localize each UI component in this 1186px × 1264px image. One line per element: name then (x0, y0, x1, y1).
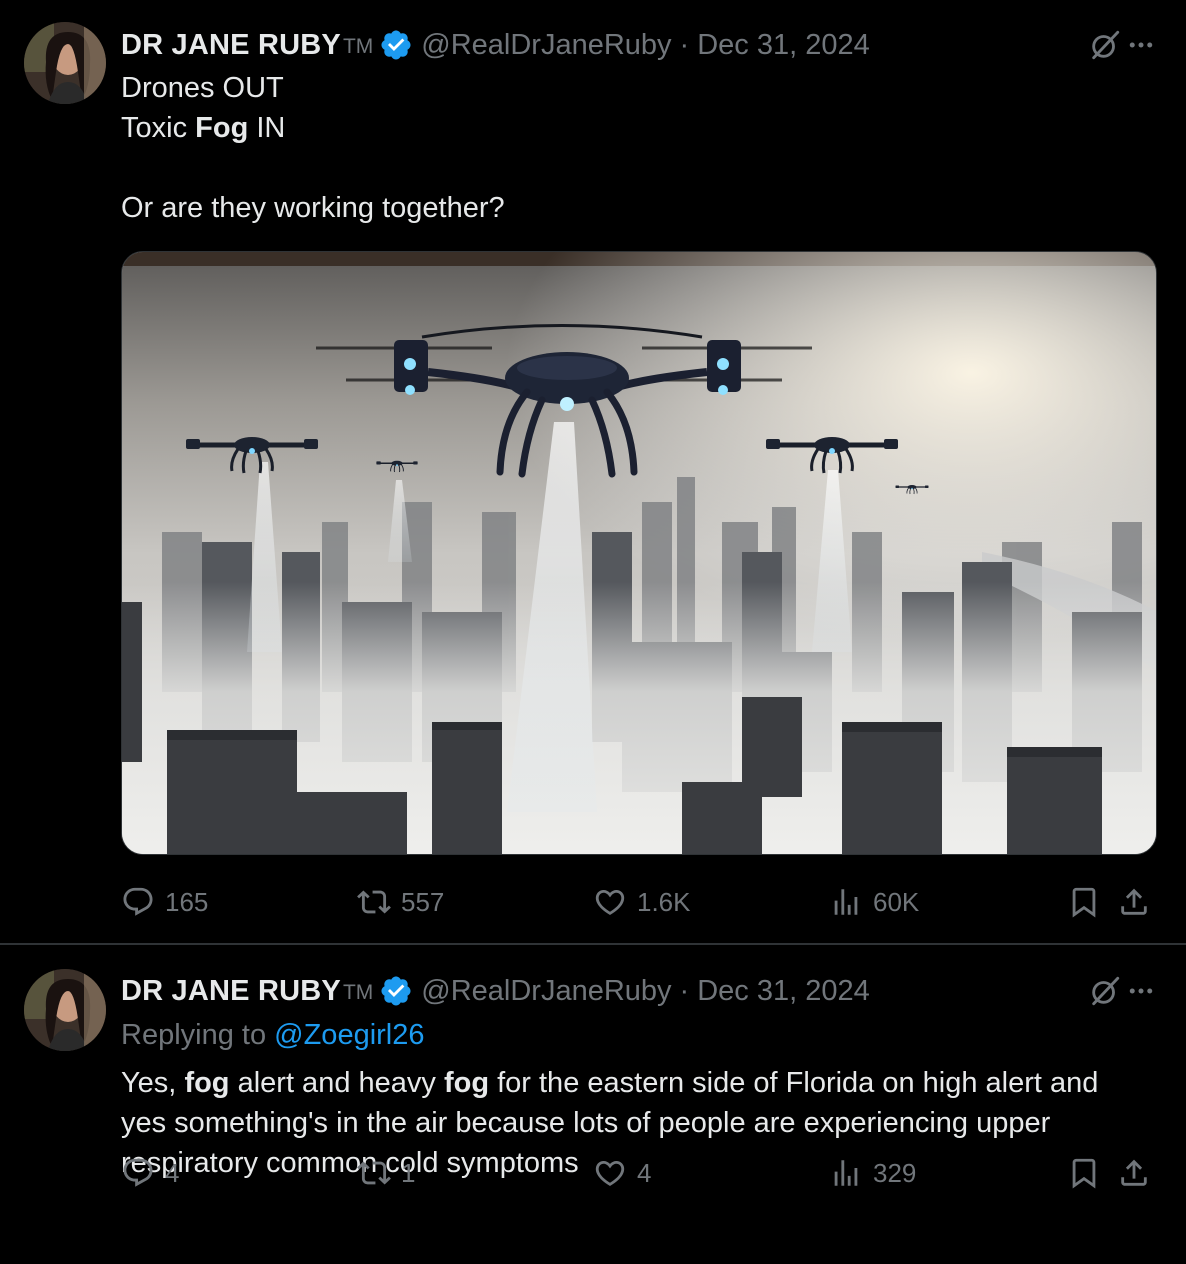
author-name[interactable]: DR JANE RUBY (121, 975, 341, 1008)
more-icon[interactable] (1126, 30, 1156, 60)
author-avatar[interactable] (24, 22, 106, 104)
views-button[interactable]: 60K (829, 882, 919, 922)
author-name[interactable]: DR JANE RUBY (121, 29, 341, 62)
avatar-image (24, 22, 106, 104)
tweet-header: DR JANE RUBY TM @RealDrJaneRuby · Dec 31… (121, 971, 870, 1011)
drones-over-foggy-city-image (122, 252, 1156, 854)
retweet-button[interactable]: 557 (357, 882, 444, 922)
tweet-text-line: Or are they working together? (121, 192, 505, 224)
tweet-date[interactable]: Dec 31, 2024 (697, 975, 870, 1008)
like-count: 1.6K (637, 886, 691, 917)
views-count: 329 (873, 1157, 917, 1188)
author-handle[interactable]: @RealDrJaneRuby (421, 29, 671, 62)
tweet-text-line: Drones OUT (121, 72, 284, 104)
tweet[interactable]: DR JANE RUBY TM @RealDrJaneRuby · Dec 31… (0, 945, 1186, 1264)
reply-icon (121, 885, 155, 919)
more-icon[interactable] (1126, 976, 1156, 1006)
tweet-menu (1088, 25, 1156, 65)
tweet-date[interactable]: Dec 31, 2024 (697, 29, 870, 62)
like-count: 4 (637, 1157, 652, 1188)
bookmark-icon (1067, 885, 1101, 919)
tweet-actions: 165 557 1.6K 60K (121, 882, 1157, 922)
tweet-text-segment: Yes, (121, 1067, 185, 1099)
bookmark-button[interactable] (1067, 882, 1101, 922)
author-name-tm: TM (342, 35, 374, 58)
retweet-icon (357, 885, 391, 919)
reply-count: 4 (165, 1157, 180, 1188)
reply-icon (121, 1156, 155, 1190)
tweet-header: DR JANE RUBY TM @RealDrJaneRuby · Dec 31… (121, 25, 870, 65)
views-icon (829, 1156, 863, 1190)
retweet-count: 1 (401, 1157, 416, 1188)
grok-icon[interactable] (1088, 974, 1122, 1008)
tweet-text-highlight: fog (443, 1067, 490, 1099)
tweet[interactable]: DR JANE RUBY TM @RealDrJaneRuby · Dec 31… (0, 0, 1186, 944)
tweet-text-segment: IN (248, 112, 286, 144)
tweet-menu (1088, 971, 1156, 1011)
share-icon (1117, 1156, 1151, 1190)
reply-button[interactable]: 4 (121, 1153, 179, 1193)
retweet-button[interactable]: 1 (357, 1153, 415, 1193)
tweet-text-line: Toxic Fog IN (121, 108, 285, 148)
share-icon (1117, 885, 1151, 919)
share-button[interactable] (1117, 1153, 1151, 1193)
separator: · (679, 974, 690, 1007)
retweet-icon (357, 1156, 391, 1190)
replying-to: Replying to @Zoegirl26 (121, 1015, 425, 1055)
like-icon (593, 1156, 627, 1190)
tweet-text-segment: Toxic (121, 112, 196, 144)
like-icon (593, 885, 627, 919)
separator: · (679, 28, 690, 61)
replying-to-label: Replying to (121, 1019, 275, 1051)
like-button[interactable]: 4 (593, 1153, 651, 1193)
retweet-count: 557 (401, 886, 445, 917)
author-avatar[interactable] (24, 969, 106, 1051)
verified-badge-icon (379, 974, 413, 1008)
bookmark-button[interactable] (1067, 1153, 1101, 1193)
author-name-tm: TM (342, 981, 374, 1004)
share-button[interactable] (1117, 882, 1151, 922)
verified-badge-icon (379, 28, 413, 62)
like-button[interactable]: 1.6K (593, 882, 691, 922)
views-icon (829, 885, 863, 919)
tweet-text-highlight: fog (184, 1067, 230, 1099)
tweet-text-segment: alert and heavy (229, 1067, 444, 1099)
reply-count: 165 (165, 886, 209, 917)
replying-to-mention[interactable]: @Zoegirl26 (274, 1019, 424, 1051)
tweet-actions: 4 1 4 329 (121, 1153, 1157, 1193)
grok-icon[interactable] (1088, 28, 1122, 62)
avatar-image (24, 969, 106, 1051)
views-button[interactable]: 329 (829, 1153, 916, 1193)
author-handle[interactable]: @RealDrJaneRuby (421, 975, 671, 1008)
views-count: 60K (873, 886, 920, 917)
tweet-text-highlight: Fog (195, 112, 249, 144)
bookmark-icon (1067, 1156, 1101, 1190)
reply-button[interactable]: 165 (121, 882, 208, 922)
tweet-media-image[interactable] (121, 251, 1157, 855)
